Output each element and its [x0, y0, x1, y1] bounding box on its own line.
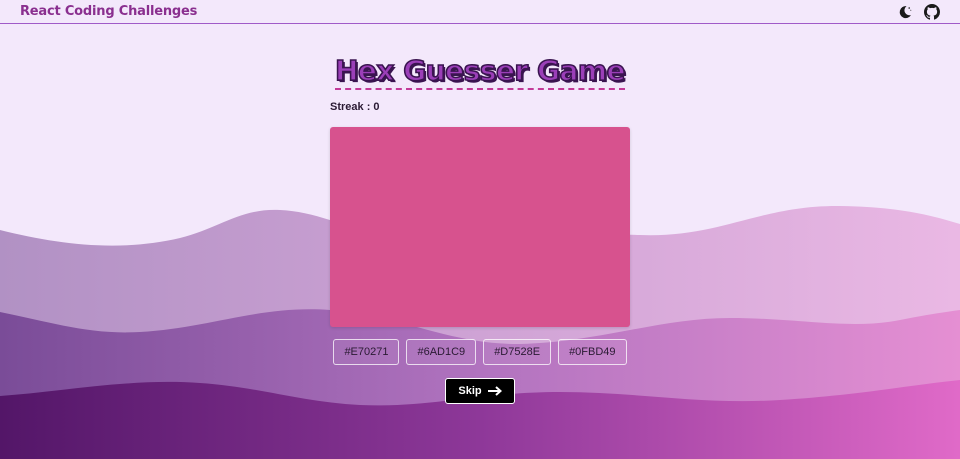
options-row: #E70271 #6AD1C9 #D7528E #0FBD49 [0, 339, 960, 365]
option-button[interactable]: #D7528E [483, 339, 552, 365]
streak-counter: Streak : 0 [330, 101, 380, 113]
github-icon[interactable] [924, 4, 940, 20]
color-swatch [330, 127, 630, 327]
brand-title[interactable]: React Coding Challenges [20, 4, 197, 19]
option-button[interactable]: #E70271 [333, 339, 400, 365]
skip-label: Skip [458, 385, 482, 397]
option-button[interactable]: #0FBD49 [558, 339, 627, 365]
skip-button[interactable]: Skip [445, 378, 515, 404]
moon-icon[interactable] [897, 4, 913, 20]
title-container: Hex Guesser Game [0, 53, 960, 90]
page-title: Hex Guesser Game [334, 53, 626, 90]
option-button[interactable]: #6AD1C9 [406, 339, 477, 365]
arrow-right-icon [487, 386, 502, 396]
navbar: React Coding Challenges [0, 0, 960, 24]
